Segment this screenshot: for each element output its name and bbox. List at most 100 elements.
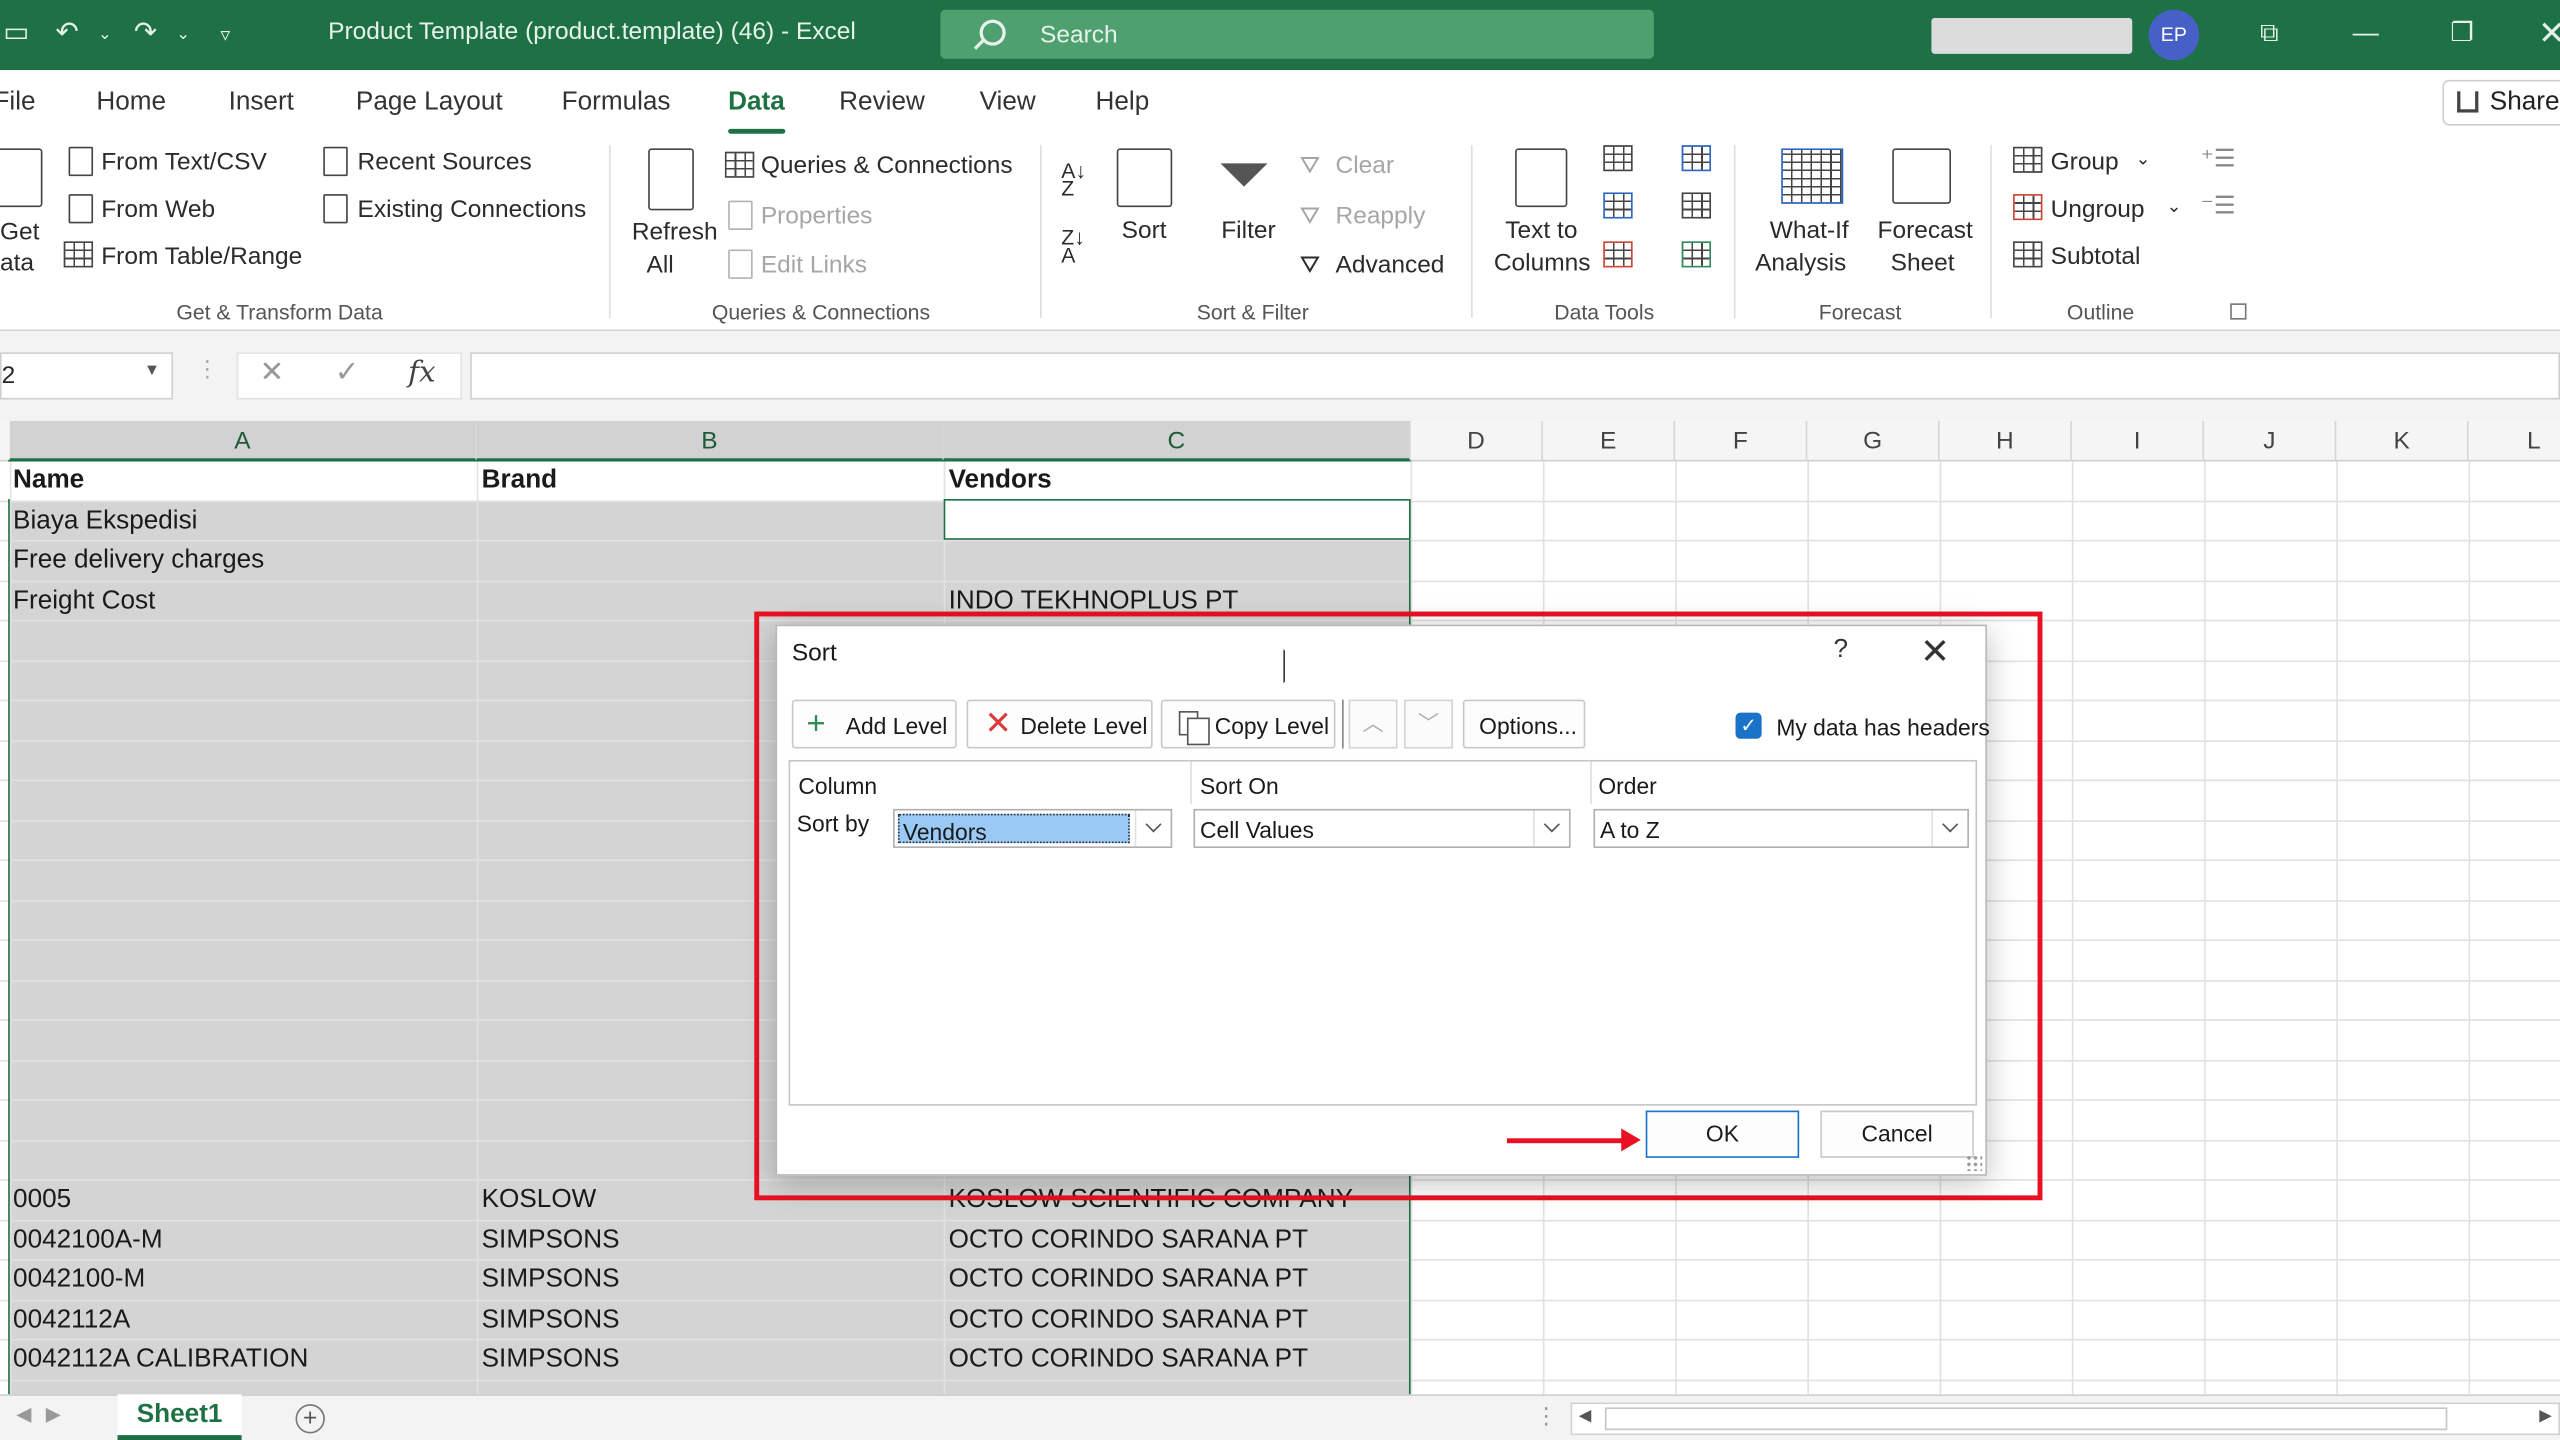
headers-checkbox[interactable]: ✓ — [1735, 712, 1762, 739]
search-box[interactable]: Search — [940, 9, 1654, 59]
table-cell[interactable]: 0042112A CALIBRATION — [13, 1345, 308, 1374]
queries-connections-button[interactable]: Queries & Connections — [761, 152, 1013, 180]
sort-on-select[interactable]: Cell Values — [1193, 808, 1571, 849]
delete-level-button[interactable]: ✕ Delete Level — [966, 699, 1153, 749]
ribbon-display-icon[interactable]: ⧉ — [2237, 10, 2302, 59]
redo-icon[interactable]: ↷ — [134, 16, 157, 49]
chevron-down-icon[interactable] — [1931, 810, 1967, 847]
save-icon[interactable]: ▭ — [3, 16, 29, 49]
scroll-left-icon[interactable]: ◀ — [1579, 1407, 1592, 1425]
sort-by-column-select[interactable]: Vendors — [893, 808, 1173, 849]
cancel-entry-icon[interactable]: ✕ — [260, 356, 285, 390]
active-cell[interactable] — [943, 499, 1411, 540]
tab-home[interactable]: Home — [96, 88, 166, 117]
data-validation-icon[interactable] — [1603, 241, 1633, 268]
options-button[interactable]: Options... — [1462, 699, 1586, 749]
table-cell[interactable]: OCTO CORINDO SARANA PT — [949, 1345, 1308, 1374]
table-cell[interactable]: Biaya Ekspedisi — [13, 507, 197, 536]
order-select[interactable]: A to Z — [1593, 808, 1969, 849]
get-data-label-2[interactable]: ata — [0, 250, 34, 278]
subtotal-button[interactable]: Subtotal — [2051, 243, 2141, 271]
forecast-sheet-label-1[interactable]: Forecast — [1878, 217, 1973, 245]
account-name[interactable] — [1931, 17, 2133, 54]
insert-function-icon[interactable]: fx — [408, 356, 435, 390]
column-header-l[interactable]: L — [2469, 421, 2560, 462]
refresh-all-label-1[interactable]: Refresh — [632, 219, 718, 247]
resize-grip-icon[interactable] — [1965, 1154, 1983, 1171]
sort-z-to-a-icon[interactable]: Z↓ A — [1061, 227, 1085, 266]
cancel-button[interactable]: Cancel — [1820, 1110, 1974, 1158]
sort-a-to-z-icon[interactable]: A↓ Z — [1061, 160, 1086, 199]
properties-button[interactable]: Properties — [761, 202, 873, 230]
undo-icon[interactable]: ↶ — [56, 16, 79, 49]
copy-level-button[interactable]: Copy Level — [1160, 699, 1336, 749]
name-box[interactable]: 2 ▼ — [0, 352, 174, 400]
table-cell[interactable]: Free delivery charges — [13, 546, 264, 575]
what-if-analysis-icon[interactable] — [1781, 148, 1844, 204]
table-cell[interactable]: SIMPSONS — [482, 1306, 620, 1335]
close-window-icon[interactable]: ✕ — [2519, 10, 2560, 59]
get-data-icon[interactable] — [0, 148, 43, 208]
sheet-nav-left-icon[interactable]: ◀ — [16, 1402, 31, 1425]
scrollbar-thumb[interactable] — [1604, 1407, 2448, 1431]
reapply-button[interactable]: Reapply — [1336, 202, 1426, 230]
table-cell[interactable]: Freight Cost — [13, 587, 155, 616]
sort-button[interactable]: Sort — [1122, 217, 1167, 245]
avatar[interactable]: EP — [2148, 9, 2200, 61]
headers-checkbox-label[interactable]: My data has headers — [1776, 714, 1989, 740]
minimize-icon[interactable]: — — [2333, 10, 2398, 59]
column-header-k[interactable]: K — [2336, 420, 2469, 462]
text-to-columns-label-2[interactable]: Columns — [1494, 250, 1591, 278]
column-header-f[interactable]: F — [1675, 420, 1808, 462]
tab-review[interactable]: Review — [839, 88, 925, 117]
group-dropdown-icon[interactable]: ⌄ — [2136, 148, 2151, 170]
scroll-right-icon[interactable]: ▶ — [2539, 1407, 2552, 1425]
column-header-d[interactable]: D — [1411, 420, 1543, 462]
what-if-label-1[interactable]: What-If — [1770, 217, 1849, 245]
relationships-icon[interactable] — [1681, 192, 1712, 219]
filter-icon[interactable]: ⏷ — [1218, 142, 1270, 207]
flash-fill-icon[interactable] — [1603, 145, 1633, 172]
forecast-sheet-label-2[interactable]: Sheet — [1891, 250, 1955, 278]
filter-button[interactable]: Filter — [1221, 217, 1275, 245]
table-cell[interactable]: OCTO CORINDO SARANA PT — [949, 1226, 1308, 1255]
undo-dropdown-icon[interactable]: ⌄ — [98, 26, 112, 44]
table-cell[interactable]: 0042100A-M — [13, 1226, 163, 1255]
column-header-g[interactable]: G — [1807, 420, 1940, 462]
header-cell-vendors[interactable]: Vendors — [949, 466, 1052, 495]
confirm-entry-icon[interactable]: ✓ — [335, 356, 360, 390]
table-cell[interactable]: 0042112A — [13, 1306, 130, 1335]
help-icon[interactable]: ? — [1833, 636, 1848, 665]
from-web-button[interactable]: From Web — [101, 196, 215, 224]
table-cell[interactable]: 0005 — [13, 1186, 71, 1215]
column-header-h[interactable]: H — [1940, 420, 2072, 462]
tab-page-layout[interactable]: Page Layout — [356, 88, 503, 117]
header-cell-brand[interactable]: Brand — [482, 466, 557, 495]
recent-sources-button[interactable]: Recent Sources — [358, 148, 532, 176]
column-header-j[interactable]: J — [2204, 420, 2337, 462]
splitter-icon[interactable]: ⋮ — [1535, 1402, 1558, 1430]
table-cell[interactable]: SIMPSONS — [482, 1345, 620, 1374]
consolidate-icon[interactable] — [1681, 145, 1712, 172]
close-icon[interactable]: ✕ — [1920, 631, 1950, 673]
edit-links-button[interactable]: Edit Links — [761, 251, 867, 279]
formula-input[interactable] — [470, 352, 2560, 400]
tab-help[interactable]: Help — [1096, 88, 1150, 117]
table-cell[interactable]: KOSLOW — [482, 1186, 597, 1215]
hide-detail-icon[interactable]: ⁻☰ — [2201, 191, 2236, 220]
from-text-csv-button[interactable]: From Text/CSV — [101, 148, 267, 176]
column-header-a[interactable]: A — [9, 420, 477, 462]
header-cell-name[interactable]: Name — [13, 466, 84, 495]
add-level-button[interactable]: + Add Level — [791, 699, 957, 749]
text-to-columns-label-1[interactable]: Text to — [1505, 217, 1577, 245]
advanced-button[interactable]: Advanced — [1336, 251, 1445, 279]
group-button[interactable]: Group — [2051, 148, 2119, 176]
chevron-down-icon[interactable] — [1134, 810, 1171, 847]
restore-icon[interactable]: ❐ — [2429, 10, 2494, 59]
refresh-all-label-2[interactable]: All — [647, 251, 674, 279]
share-button[interactable]: Share — [2442, 79, 2560, 126]
move-up-button[interactable]: ︿ — [1348, 699, 1398, 749]
from-table-range-button[interactable]: From Table/Range — [101, 243, 302, 271]
column-header-b[interactable]: B — [476, 420, 944, 462]
tab-insert[interactable]: Insert — [229, 88, 294, 117]
